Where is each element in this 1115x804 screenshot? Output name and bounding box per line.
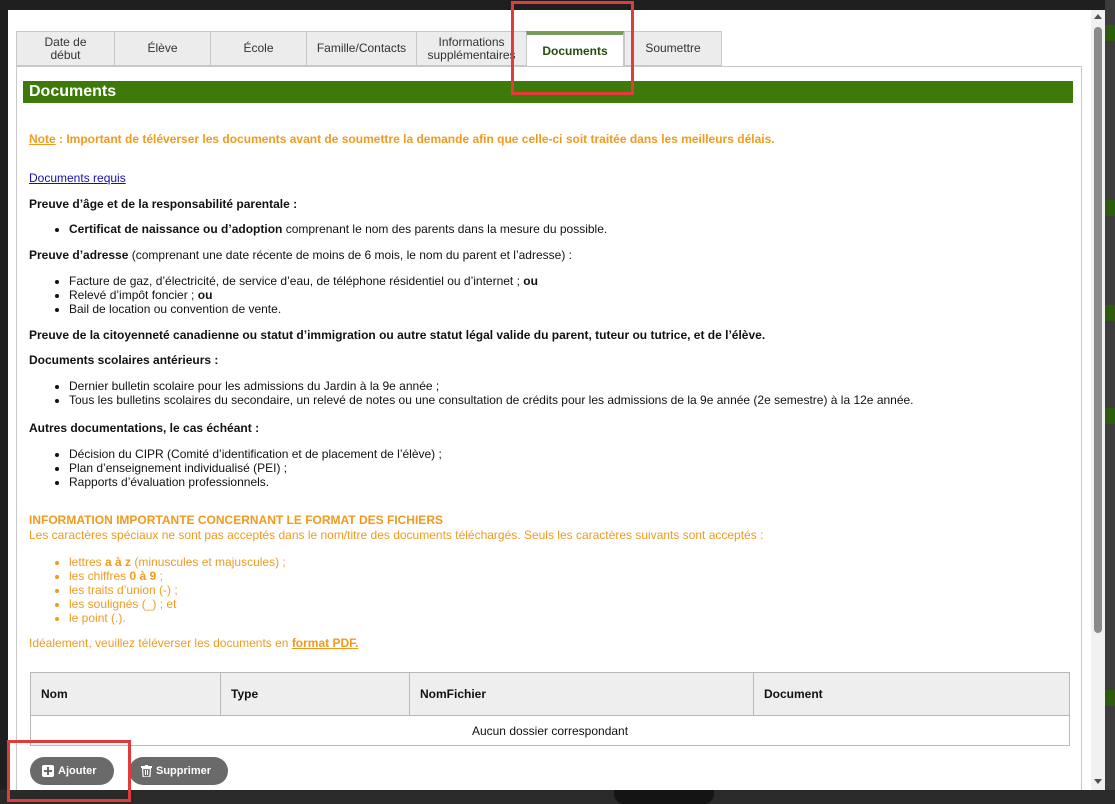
background-page — [1105, 0, 1115, 790]
tab-documents[interactable]: Documents — [526, 31, 624, 67]
column-header-type[interactable]: Type — [221, 673, 410, 715]
scrollbar-thumb[interactable] — [1094, 27, 1102, 633]
list-item: les traits d’union (-) ; — [69, 583, 286, 597]
background-green-bar — [1105, 690, 1115, 706]
list-item: lettres a à z (minuscules et majuscules)… — [69, 555, 286, 569]
list-item: Relevé d’impôt foncier ; ou — [69, 288, 538, 302]
age-proof-item-bold: Certificat de naissance ou d’adoption — [69, 222, 283, 236]
tab-student[interactable]: Élève — [114, 31, 210, 66]
background-green-bar — [1105, 25, 1115, 41]
file-format-intro: Les caractères spéciaux ne sont pas acce… — [29, 528, 764, 542]
delete-button-label: Supprimer — [156, 765, 212, 777]
list-item-text: lettres — [69, 555, 106, 569]
background-green-bar — [1105, 200, 1115, 216]
background-pill — [614, 790, 714, 804]
empty-table-message: Aucun dossier correspondant — [471, 724, 629, 738]
note-text: Note : Important de téléverser les docum… — [29, 132, 775, 146]
address-proof-desc: (comprenant une date récente de moins de… — [128, 248, 572, 262]
school-docs-list: Dernier bulletin scolaire pour les admis… — [29, 379, 914, 407]
note-body: : Important de téléverser les documents … — [55, 132, 775, 146]
list-item-bold: ou — [523, 274, 538, 288]
documents-panel: Documents Note : Important de téléverser… — [16, 66, 1082, 790]
list-item: les soulignés (_) ; et — [69, 597, 286, 611]
add-button[interactable]: Ajouter — [30, 757, 114, 785]
list-item-text: Facture de gaz, d’électricité, de servic… — [69, 274, 524, 288]
scroll-down-arrow-icon[interactable] — [1094, 779, 1102, 784]
tab-start-date[interactable]: Date de début — [16, 31, 114, 66]
pdf-format-text: Idéalement, veuillez téléverser les docu… — [29, 636, 292, 650]
age-proof-list: Certificat de naissance ou d’adoption co… — [29, 222, 607, 236]
other-docs-list: Décision du CIPR (Comité d’identificatio… — [29, 447, 442, 489]
tab-bar: Date de début Élève École Famille/Contac… — [16, 31, 722, 67]
section-title: Documents — [23, 81, 1073, 103]
list-item-text: Bail de location ou convention de vente. — [69, 302, 282, 316]
list-item: Plan d’enseignement individualisé (PEI) … — [69, 461, 442, 475]
background-green-bar — [1105, 408, 1115, 424]
required-docs-link[interactable]: Documents requis — [29, 171, 126, 185]
background-footer — [0, 790, 1115, 804]
list-item: Décision du CIPR (Comité d’identificatio… — [69, 447, 442, 461]
list-item-bold: 0 à 9 — [129, 569, 157, 583]
list-item-text: Relevé d’impôt foncier ; — [69, 288, 198, 302]
delete-button[interactable]: Supprimer — [129, 757, 228, 785]
trash-icon — [141, 765, 152, 777]
list-item: Bail de location ou convention de vente. — [69, 302, 538, 316]
address-proof-title: Preuve d’adresse — [29, 248, 129, 262]
plus-icon — [42, 765, 54, 777]
list-item: Rapports d’évaluation professionnels. — [69, 475, 442, 489]
tab-school[interactable]: École — [210, 31, 306, 66]
list-item: le point (.). — [69, 611, 286, 625]
list-item: Facture de gaz, d’électricité, de servic… — [69, 274, 538, 288]
table-header: Nom Type NomFichier Document — [31, 673, 1069, 716]
scroll-up-arrow-icon[interactable] — [1094, 14, 1102, 19]
file-format-heading: INFORMATION IMPORTANTE CONCERNANT LE FOR… — [29, 513, 443, 527]
file-format-list: lettres a à z (minuscules et majuscules)… — [29, 555, 286, 625]
column-header-filename[interactable]: NomFichier — [410, 673, 754, 715]
other-docs-heading: Autres documentations, le cas échéant : — [29, 421, 260, 435]
age-proof-heading: Preuve d’âge et de la responsabilité par… — [29, 197, 298, 211]
list-item-text: ; — [156, 569, 163, 583]
background-green-bar — [1105, 305, 1115, 321]
list-item-bold: ou — [197, 288, 213, 302]
address-proof-list: Facture de gaz, d’électricité, de servic… — [29, 274, 538, 316]
list-item-text: les chiffres — [69, 569, 130, 583]
age-proof-item-rest: comprenant le nom des parents dans la me… — [282, 222, 608, 236]
pdf-format-link[interactable]: format PDF. — [292, 636, 359, 650]
list-item: les chiffres 0 à 9 ; — [69, 569, 286, 583]
tab-family-contacts[interactable]: Famille/Contacts — [306, 31, 416, 66]
documents-dialog: Date de début Élève École Famille/Contac… — [8, 10, 1105, 790]
column-header-document[interactable]: Document — [754, 673, 1069, 715]
tab-additional-info[interactable]: Informations supplémentaires — [416, 31, 526, 66]
address-proof-heading: Preuve d’adresse (comprenant une date ré… — [29, 248, 572, 262]
documents-table: Nom Type NomFichier Document Aucun dossi… — [30, 672, 1070, 746]
list-item: Dernier bulletin scolaire pour les admis… — [69, 379, 914, 393]
tab-submit[interactable]: Soumettre — [624, 31, 722, 66]
column-header-name[interactable]: Nom — [31, 673, 221, 715]
citizenship-heading: Preuve de la citoyenneté canadienne ou s… — [29, 328, 766, 342]
school-docs-heading: Documents scolaires antérieurs : — [29, 353, 219, 367]
note-label: Note — [29, 132, 56, 146]
list-item-text: (minuscules et majuscules) ; — [131, 555, 286, 569]
required-docs-link-wrap: Documents requis — [29, 171, 126, 185]
list-item: Tous les bulletins scolaires du secondai… — [69, 393, 914, 407]
add-button-label: Ajouter — [58, 765, 97, 777]
list-item-bold: a à z — [105, 555, 132, 569]
list-item: Certificat de naissance ou d’adoption co… — [69, 222, 607, 236]
pdf-format-line: Idéalement, veuillez téléverser les docu… — [29, 636, 359, 650]
vertical-scrollbar[interactable] — [1091, 10, 1105, 790]
